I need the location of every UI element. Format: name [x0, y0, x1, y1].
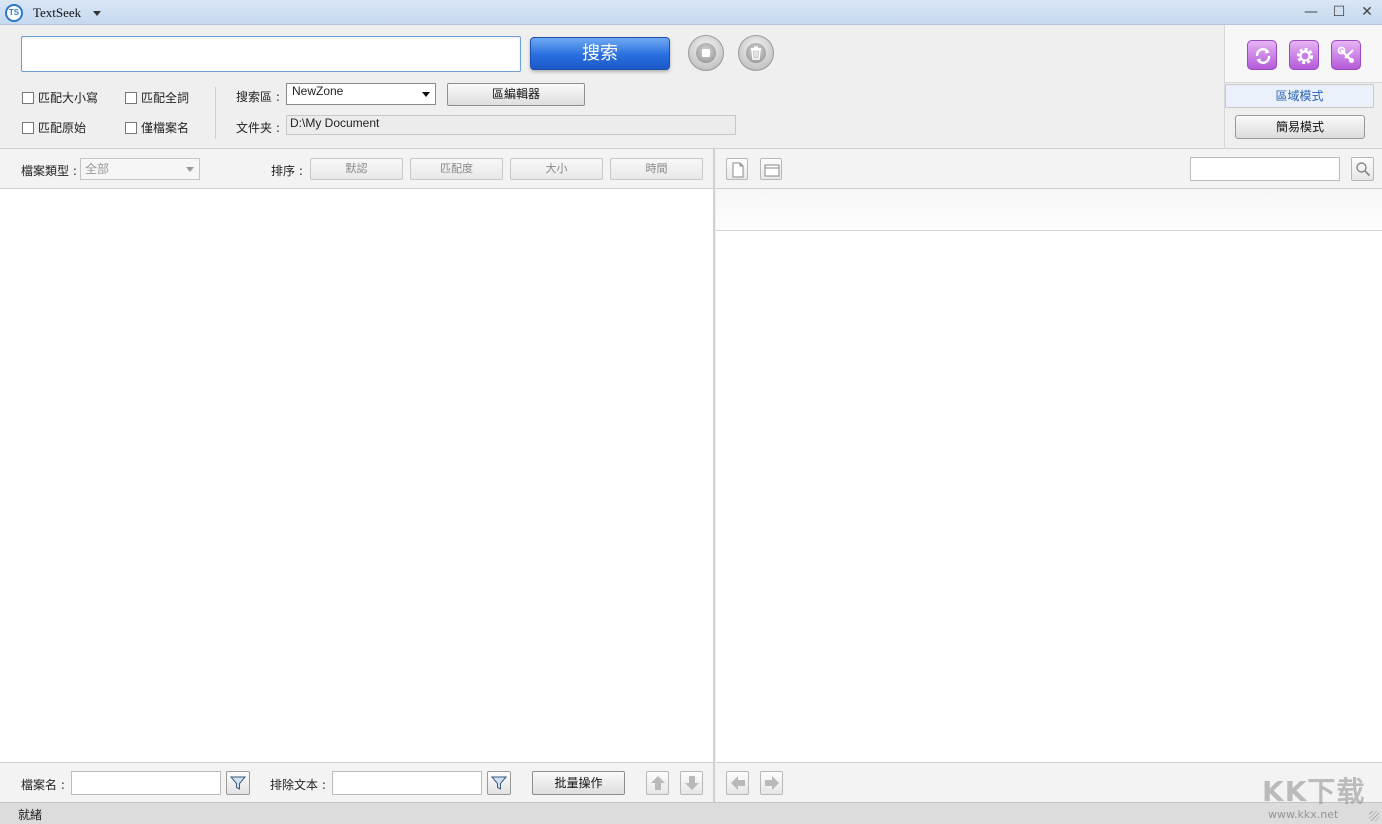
maximize-button[interactable]: ☐	[1329, 3, 1349, 21]
status-text: 就緒	[18, 808, 43, 822]
refresh-button[interactable]	[1247, 40, 1277, 70]
zone-mode-tab[interactable]: 區域模式	[1225, 84, 1374, 108]
simple-mode-button[interactable]: 簡易模式	[1235, 115, 1365, 139]
divider	[215, 87, 216, 139]
match-whole-word-checkbox[interactable]: 匹配全詞	[125, 89, 189, 106]
previous-match-button[interactable]	[726, 771, 749, 795]
sort-relevance-button[interactable]: 匹配度	[410, 158, 503, 180]
exclude-filter-button[interactable]	[487, 771, 511, 795]
minimize-button[interactable]: —	[1301, 3, 1321, 21]
file-type-select[interactable]: 全部	[80, 158, 200, 180]
move-down-button[interactable]	[680, 771, 703, 795]
tools-icon	[1337, 46, 1354, 63]
filter-icon	[491, 776, 507, 790]
tools-button[interactable]	[1331, 40, 1361, 70]
stop-button[interactable]	[688, 35, 724, 71]
search-toolbar: 搜索 匹配大小寫 匹配全詞 匹配原始 僅檔案名 搜索區 : NewZone 區編…	[0, 25, 1382, 149]
folder-label: 文件夹 :	[236, 121, 280, 135]
chevron-down-icon	[186, 167, 194, 172]
preview-find-input[interactable]	[1190, 157, 1340, 181]
arrow-right-icon	[765, 776, 779, 790]
document-icon	[732, 162, 744, 178]
filename-filter-button[interactable]	[226, 771, 250, 795]
settings-button[interactable]	[1289, 40, 1319, 70]
zone-select[interactable]: NewZone	[286, 83, 436, 105]
open-folder-button[interactable]	[760, 158, 782, 180]
watermark-logo: KK下载	[1262, 775, 1366, 808]
arrow-down-icon	[685, 776, 699, 790]
watermark-url: www.kkx.net	[1268, 808, 1339, 821]
match-whole-word-label: 匹配全詞	[141, 91, 190, 105]
sort-time-button[interactable]: 時間	[610, 158, 703, 180]
sort-label: 排序 :	[271, 164, 303, 178]
chevron-down-icon	[422, 92, 430, 97]
file-type-label: 檔案類型 :	[21, 164, 77, 178]
filter-icon	[230, 776, 246, 790]
close-button[interactable]: ✕	[1357, 3, 1377, 21]
folder-path-field[interactable]: D:\My Document	[286, 115, 736, 135]
checkbox-box[interactable]	[22, 121, 34, 134]
zone-label: 搜索區 :	[236, 90, 280, 104]
title-bar: TS TextSeek — ☐ ✕	[0, 0, 1382, 25]
filename-only-checkbox[interactable]: 僅檔案名	[125, 119, 189, 136]
preview-panel	[716, 149, 1382, 802]
search-icon	[1356, 162, 1371, 177]
results-header: 檔案類型 : 全部 排序 : 默認 匹配度 大小 時間	[0, 149, 713, 189]
next-match-button[interactable]	[760, 771, 783, 795]
batch-operation-button[interactable]: 批量操作	[532, 771, 625, 795]
settings-icon	[1296, 47, 1314, 65]
sort-size-button[interactable]: 大小	[510, 158, 603, 180]
arrow-up-icon	[651, 776, 665, 790]
filename-filter-input[interactable]	[71, 771, 221, 795]
exclude-text-label: 排除文本 :	[270, 778, 326, 792]
filename-filter-label: 檔案名 :	[21, 778, 65, 792]
arrow-left-icon	[731, 776, 745, 790]
refresh-icon	[1255, 48, 1271, 64]
trash-icon	[746, 43, 766, 63]
checkbox-box[interactable]	[22, 91, 34, 104]
app-title: TextSeek	[33, 5, 82, 20]
filename-only-label: 僅檔案名	[141, 121, 190, 135]
match-case-checkbox[interactable]: 匹配大小寫	[22, 89, 98, 106]
match-raw-label: 匹配原始	[38, 121, 87, 135]
preview-info-bar	[716, 189, 1382, 231]
results-panel: 檔案類型 : 全部 排序 : 默認 匹配度 大小 時間 檔案名 : 排除文本 :…	[0, 149, 715, 802]
window-icon	[764, 164, 780, 177]
file-type-value: 全部	[85, 162, 110, 176]
sort-default-button[interactable]: 默認	[310, 158, 403, 180]
tool-panel: 區域模式 簡易模式	[1224, 25, 1382, 149]
zone-select-value: NewZone	[292, 84, 344, 98]
preview-find-button[interactable]	[1351, 157, 1374, 181]
checkbox-box[interactable]	[125, 91, 137, 104]
zone-editor-button[interactable]: 區編輯器	[447, 83, 585, 106]
match-case-label: 匹配大小寫	[38, 91, 99, 105]
search-input[interactable]	[21, 36, 521, 72]
status-bar: 就緒	[0, 802, 1382, 824]
checkbox-box[interactable]	[125, 121, 137, 134]
resize-grip-icon[interactable]	[1369, 811, 1379, 821]
app-logo-icon: TS	[5, 4, 23, 22]
move-up-button[interactable]	[646, 771, 669, 795]
app-menu-dropdown-icon[interactable]	[93, 11, 101, 16]
clear-button[interactable]	[738, 35, 774, 71]
open-file-button[interactable]	[726, 158, 748, 180]
exclude-text-input[interactable]	[332, 771, 482, 795]
search-button[interactable]: 搜索	[530, 37, 670, 70]
match-raw-checkbox[interactable]: 匹配原始	[22, 119, 86, 136]
preview-header	[716, 149, 1382, 189]
tool-icons-bar	[1225, 25, 1382, 83]
results-footer: 檔案名 : 排除文本 : 批量操作	[0, 762, 713, 802]
stop-icon	[696, 43, 716, 63]
